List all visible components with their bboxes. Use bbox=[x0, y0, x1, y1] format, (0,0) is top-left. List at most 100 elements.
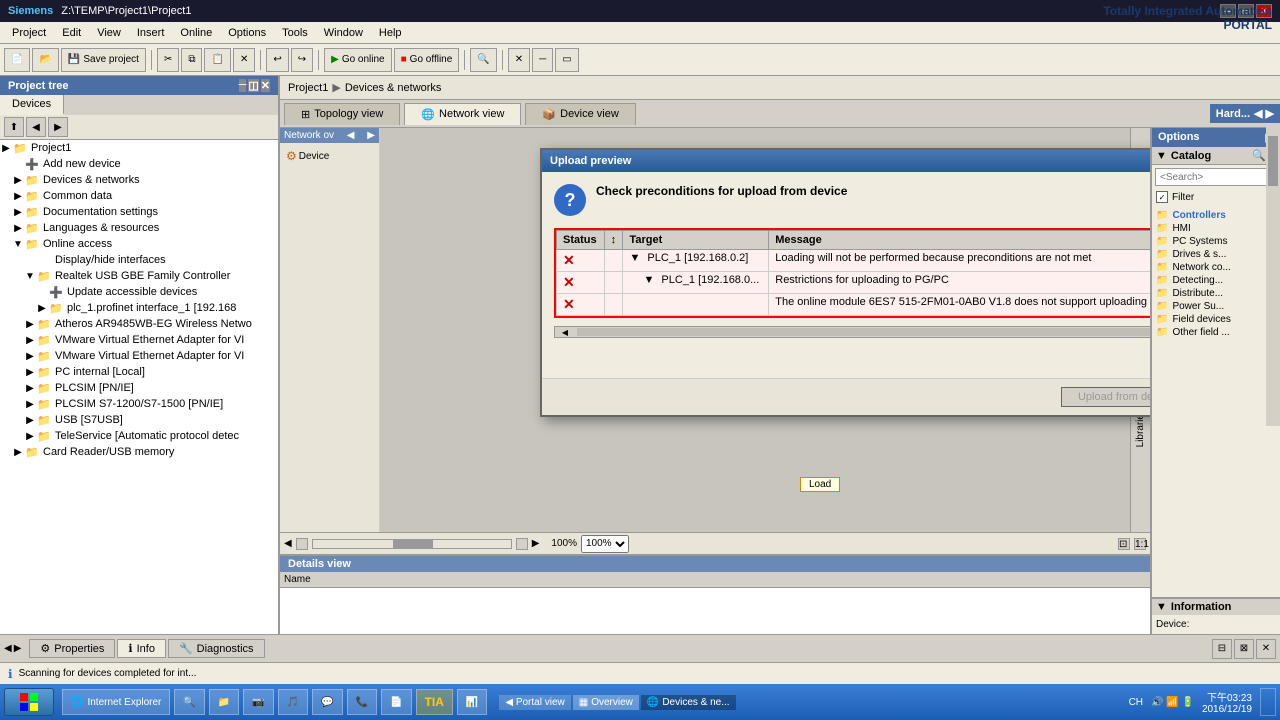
menu-edit[interactable]: Edit bbox=[54, 25, 89, 41]
menu-view[interactable]: View bbox=[89, 25, 129, 41]
taskbar-item-4[interactable]: 📷 bbox=[243, 689, 273, 715]
tree-item-USB[S7USB][interactable]: ▶📁USB [S7USB] bbox=[0, 412, 278, 428]
min-window-button[interactable]: ─ bbox=[532, 48, 553, 72]
filter-checkbox[interactable]: ✓ bbox=[1156, 191, 1168, 203]
taskbar-item-excel[interactable]: 📊 bbox=[457, 689, 487, 715]
catalog-item-distribute[interactable]: 📁 Distribute... bbox=[1156, 287, 1276, 300]
zoom-select[interactable]: 100% 75% 50% 125% 150% bbox=[581, 535, 629, 553]
go-online-button[interactable]: ▶ Go online bbox=[324, 48, 392, 72]
taskbar-item-1[interactable]: 🌐 Internet Explorer bbox=[62, 689, 170, 715]
max-window-button[interactable]: ▭ bbox=[555, 48, 578, 72]
taskbar-item-5[interactable]: 🎵 bbox=[278, 689, 308, 715]
panel-dock[interactable]: ◫ bbox=[248, 79, 258, 92]
menu-insert[interactable]: Insert bbox=[129, 25, 173, 41]
network-view-tab[interactable]: 🌐 Network view bbox=[404, 103, 521, 125]
tree-item-Languages&resources[interactable]: ▶📁Languages & resources bbox=[0, 220, 278, 236]
tree-item-TeleService[Automati[interactable]: ▶📁TeleService [Automatic protocol detec bbox=[0, 428, 278, 444]
bottom-tab-btn1[interactable]: ⊟ bbox=[1212, 639, 1232, 659]
scroll-left-btn[interactable]: ◀ bbox=[555, 328, 575, 337]
paste-button[interactable]: 📋 bbox=[204, 48, 230, 72]
menu-options[interactable]: Options bbox=[220, 25, 274, 41]
tree-item-PLCSIMS7-1200/S7-150[interactable]: ▶📁PLCSIM S7-1200/S7-1500 [PN/IE] bbox=[0, 396, 278, 412]
menu-online[interactable]: Online bbox=[172, 25, 220, 41]
tree-item-Devices&networks[interactable]: ▶📁Devices & networks bbox=[0, 172, 278, 188]
tree-item-Addnewdevice[interactable]: ➕Add new device bbox=[0, 156, 278, 172]
save-button[interactable]: 💾 Save project bbox=[61, 48, 146, 72]
tree-item-plc_1.profinetinterf[interactable]: ▶📁plc_1.profinet interface_1 [192.168 bbox=[0, 300, 278, 316]
show-desktop-button[interactable] bbox=[1260, 688, 1276, 716]
taskbar-item-3[interactable]: 📁 bbox=[209, 689, 239, 715]
info-tab[interactable]: ℹ Info bbox=[117, 639, 166, 658]
expand-arrow-2[interactable]: ▼ bbox=[643, 274, 654, 286]
upload-from-device-button[interactable]: Upload from device bbox=[1061, 387, 1150, 407]
menu-help[interactable]: Help bbox=[371, 25, 410, 41]
information-expand-icon[interactable]: ▼ bbox=[1156, 601, 1167, 613]
devices-ne-btn[interactable]: 🌐 Devices & ne... bbox=[641, 695, 736, 710]
dialog-hscrollbar[interactable]: ◀ ▶ bbox=[554, 326, 1150, 338]
right-sidebar-vscroll[interactable] bbox=[1266, 128, 1280, 426]
taskbar-item-2[interactable]: 🔍 bbox=[174, 689, 204, 715]
taskbar-item-7[interactable]: 📞 bbox=[347, 689, 377, 715]
topology-view-tab[interactable]: ⊞ Topology view bbox=[284, 103, 400, 125]
portal-view-btn[interactable]: ◀ Portal view bbox=[499, 695, 570, 710]
forward-button[interactable]: ▶ bbox=[48, 117, 68, 137]
panel-close[interactable]: ✕ bbox=[261, 79, 270, 92]
zoom-scroll-right[interactable] bbox=[516, 538, 528, 550]
accessible-devices-button[interactable]: 🔍 bbox=[470, 48, 496, 72]
zoom-nav-right[interactable]: ▶ bbox=[532, 538, 540, 549]
new-button[interactable]: 📄 bbox=[4, 48, 30, 72]
bottom-tab-btn2[interactable]: ⊠ bbox=[1234, 639, 1254, 659]
actual-size-button[interactable]: 1:1 bbox=[1134, 538, 1146, 550]
breadcrumb-project[interactable]: Project1 bbox=[288, 82, 328, 94]
start-button[interactable] bbox=[4, 688, 54, 716]
taskbar-item-6[interactable]: 💬 bbox=[312, 689, 342, 715]
diagnostics-tab[interactable]: 🔧 Diagnostics bbox=[168, 639, 265, 658]
undo-button[interactable]: ↩ bbox=[266, 48, 288, 72]
open-button[interactable]: 📂 bbox=[32, 48, 58, 72]
zoom-hscroll[interactable] bbox=[312, 539, 512, 549]
menu-tools[interactable]: Tools bbox=[274, 25, 316, 41]
zoom-scroll-left[interactable] bbox=[296, 538, 308, 550]
delete-button[interactable]: ✕ bbox=[233, 48, 255, 72]
catalog-search-input[interactable] bbox=[1155, 168, 1277, 186]
catalog-item-hmi[interactable]: 📁 HMI bbox=[1156, 222, 1276, 235]
cut-button[interactable]: ✂ bbox=[157, 48, 179, 72]
device-view-tab[interactable]: 📦 Device view bbox=[525, 103, 635, 125]
tree-item-AtherosAR9485WB-EGWi[interactable]: ▶📁Atheros AR9485WB-EG Wireless Netwo bbox=[0, 316, 278, 332]
copy-button[interactable]: ⧉ bbox=[181, 48, 202, 72]
catalog-expand-icon[interactable]: ▼ bbox=[1156, 150, 1167, 162]
redo-button[interactable]: ↪ bbox=[291, 48, 313, 72]
tree-item-RealtekUSBGBEFamilyC[interactable]: ▼📁Realtek USB GBE Family Controller bbox=[0, 268, 278, 284]
hard-expand-icon[interactable]: ◀ ▶ bbox=[1254, 107, 1274, 120]
catalog-item-network[interactable]: 📁 Network co... bbox=[1156, 261, 1276, 274]
catalog-item-pc[interactable]: 📁 PC Systems bbox=[1156, 235, 1276, 248]
tree-item-CardReader/USBmemory[interactable]: ▶📁Card Reader/USB memory bbox=[0, 444, 278, 460]
fit-button[interactable]: ⊡ bbox=[1118, 538, 1130, 550]
go-offline-button[interactable]: ■ Go offline bbox=[394, 48, 460, 72]
panel-minimize[interactable]: ─ bbox=[239, 79, 247, 92]
tree-item-PLCSIM[PN/IE][interactable]: ▶📁PLCSIM [PN/IE] bbox=[0, 380, 278, 396]
collapse-button[interactable]: ⬆ bbox=[4, 117, 24, 137]
bottom-nav-left[interactable]: ◀ bbox=[4, 643, 12, 654]
tree-item-Commondata[interactable]: ▶📁Common data bbox=[0, 188, 278, 204]
catalog-item-controllers[interactable]: 📁 Controllers bbox=[1156, 209, 1276, 222]
taskbar-item-8[interactable]: 📄 bbox=[381, 689, 411, 715]
catalog-item-other[interactable]: 📁 Other field ... bbox=[1156, 326, 1276, 339]
menu-window[interactable]: Window bbox=[316, 25, 371, 41]
catalog-item-field[interactable]: 📁 Field devices bbox=[1156, 313, 1276, 326]
bottom-tab-btn3[interactable]: ✕ bbox=[1256, 639, 1276, 659]
tree-item-Project1[interactable]: ▶📁Project1 bbox=[0, 140, 278, 156]
catalog-item-drives[interactable]: 📁 Drives & s... bbox=[1156, 248, 1276, 261]
catalog-item-power[interactable]: 📁 Power Su... bbox=[1156, 300, 1276, 313]
tree-item-PCinternal[Local][interactable]: ▶📁PC internal [Local] bbox=[0, 364, 278, 380]
tree-item-VMwareVirtualEtherne[interactable]: ▶📁VMware Virtual Ethernet Adapter for VI bbox=[0, 332, 278, 348]
tree-item-Updateaccessibledevi[interactable]: ➕Update accessible devices bbox=[0, 284, 278, 300]
taskbar-item-tia[interactable]: TIA bbox=[416, 689, 453, 715]
tree-item-Display/hideinterfac[interactable]: Display/hide interfaces bbox=[0, 252, 278, 268]
devices-tab[interactable]: Devices bbox=[0, 95, 64, 115]
bottom-nav-right[interactable]: ▶ bbox=[14, 643, 22, 654]
zoom-nav-left[interactable]: ◀ bbox=[284, 538, 292, 549]
back-button[interactable]: ◀ bbox=[26, 117, 46, 137]
col-sort[interactable]: ↕ bbox=[604, 231, 623, 250]
breadcrumb-current[interactable]: Devices & networks bbox=[345, 82, 442, 94]
